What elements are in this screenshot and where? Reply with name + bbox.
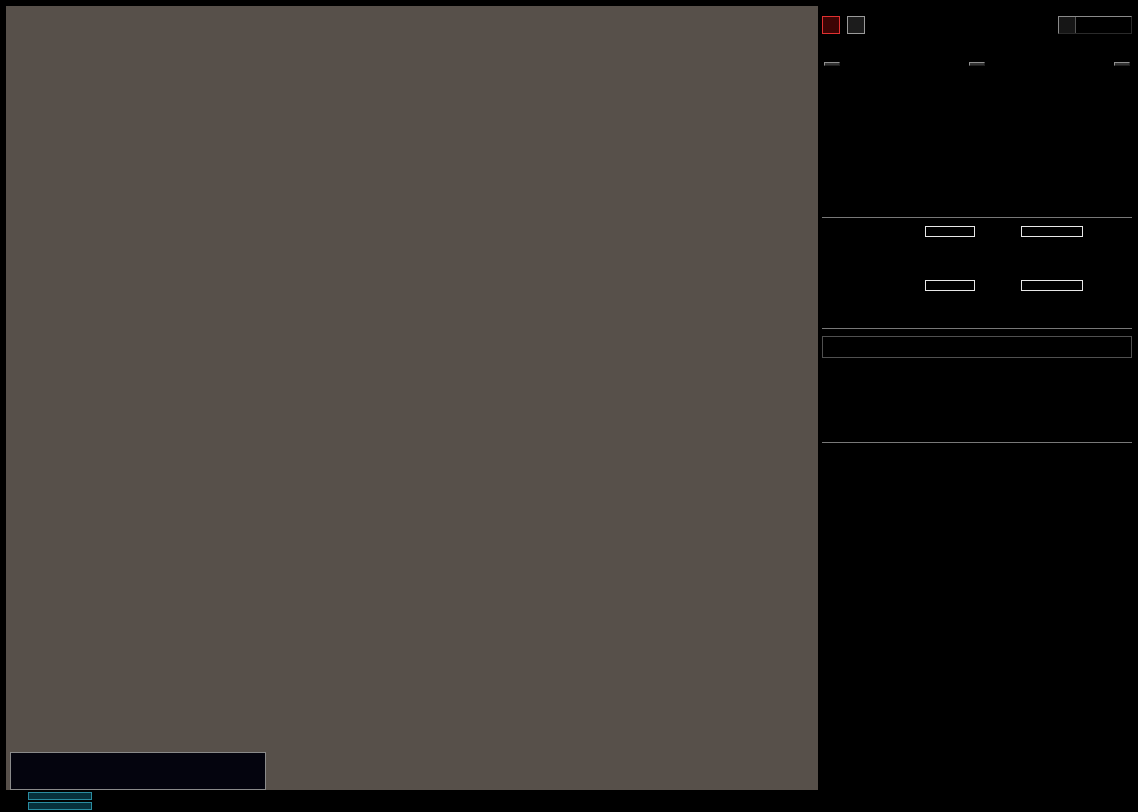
stats-grid <box>822 460 1132 469</box>
legend-header-row <box>14 754 262 765</box>
cg-minus-bar-fill <box>1022 227 1082 236</box>
bottom-left-bar-2[interactable] <box>28 802 92 810</box>
legend-recent-row <box>14 765 262 776</box>
trend-graph-label-row <box>822 514 1132 528</box>
cg-plus-bar <box>925 225 975 237</box>
sidebar <box>822 8 1132 806</box>
divider <box>822 442 1132 443</box>
intracloud-row <box>822 278 1132 292</box>
bottom-left-bar-1[interactable] <box>28 792 92 800</box>
strikes-per-min-label <box>824 62 840 66</box>
map-legend <box>10 752 266 790</box>
strike-indicator-button[interactable] <box>822 16 840 34</box>
divider <box>822 217 1132 218</box>
trend-graph <box>822 532 1130 790</box>
datetime-display <box>822 336 1132 358</box>
trend-graph-panel <box>822 532 1132 790</box>
divider <box>822 328 1132 329</box>
cg-plus-bar-fill <box>926 227 974 236</box>
noises-per-min-label <box>1114 62 1130 66</box>
noise-indicator-button[interactable] <box>847 16 865 34</box>
bearing-label <box>1059 17 1075 33</box>
ic-minus-bar-fill <box>1022 281 1082 290</box>
settings-grid <box>822 374 1132 388</box>
cloud-ground-row <box>822 224 1132 238</box>
bearing-range <box>1075 17 1131 33</box>
legend-old-row <box>14 776 262 787</box>
ic-minus-bar <box>1021 279 1083 291</box>
close-per-min-label <box>969 62 985 66</box>
bearing-display <box>1058 16 1132 34</box>
ic-plus-bar <box>925 279 975 291</box>
map-panel <box>6 6 818 790</box>
lightning-map[interactable] <box>6 6 818 790</box>
cg-minus-bar <box>1021 225 1083 237</box>
indicator-row <box>822 16 1132 34</box>
rate-labels-row <box>822 62 1132 66</box>
ic-plus-bar-fill <box>926 281 974 290</box>
